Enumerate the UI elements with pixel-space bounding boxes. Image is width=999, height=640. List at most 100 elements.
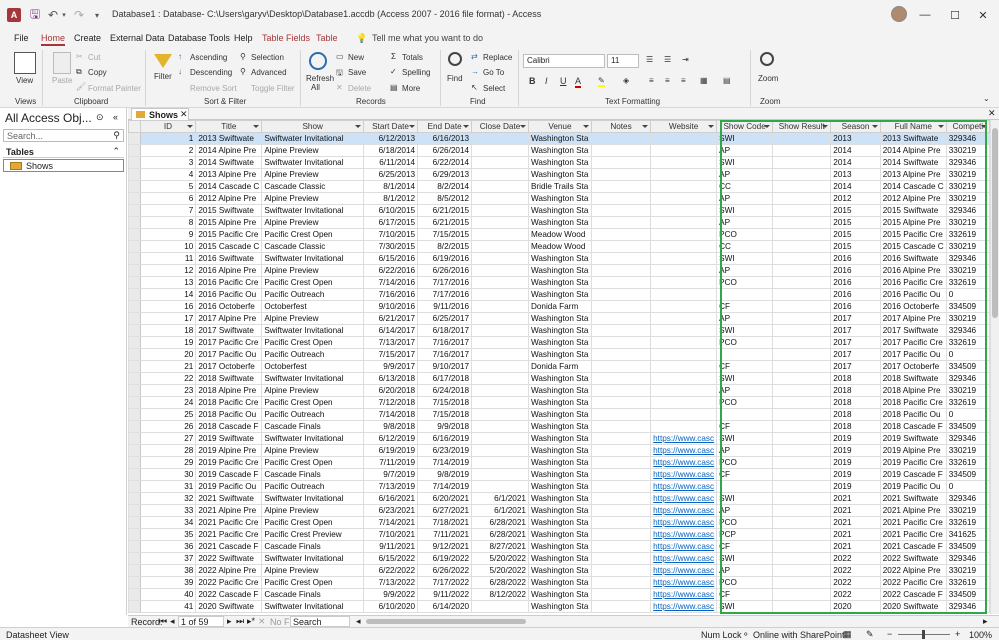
table-cell[interactable]: 9/10/2016 <box>363 300 419 313</box>
table-row[interactable]: 7 2015 Swiftwate Swiftwater Invitational 6/… <box>128 204 990 217</box>
table-cell[interactable]: Cascade Classic <box>261 240 365 253</box>
table-cell[interactable]: Swiftwater Invitational <box>261 156 365 169</box>
table-cell[interactable]: 334509 <box>945 300 990 313</box>
bold-button[interactable]: B <box>529 76 536 86</box>
table-cell[interactable] <box>772 480 832 493</box>
first-record-icon[interactable]: ⏮ <box>159 616 167 627</box>
bullets-icon[interactable]: ☰ <box>646 55 653 64</box>
table-cell[interactable] <box>471 180 529 193</box>
table-cell[interactable]: 2022 <box>830 576 881 589</box>
table-cell[interactable]: 6/18/2014 <box>363 144 419 157</box>
table-cell[interactable] <box>471 276 529 289</box>
table-cell[interactable]: 2013 Swiftwate <box>879 132 947 145</box>
row-selector[interactable] <box>128 528 141 541</box>
tab-table-fields[interactable]: Table Fields <box>262 33 310 43</box>
table-cell[interactable]: 334509 <box>945 540 990 553</box>
tab-file[interactable]: File <box>14 33 29 43</box>
table-cell[interactable]: SWI <box>716 372 774 385</box>
table-cell[interactable] <box>650 192 718 205</box>
font-size-select[interactable]: 11 <box>607 54 639 68</box>
row-selector[interactable] <box>128 420 141 433</box>
table-cell[interactable]: 24 <box>139 396 197 409</box>
table-cell[interactable] <box>650 156 718 169</box>
table-cell[interactable]: 2015 <box>830 216 881 229</box>
table-cell[interactable]: 17 <box>139 312 197 325</box>
table-cell[interactable] <box>650 264 718 277</box>
table-cell[interactable]: 5 <box>139 180 197 193</box>
refresh-all-button[interactable]: All <box>311 83 320 92</box>
format-painter-button[interactable]: Format Painter <box>88 84 141 93</box>
table-cell[interactable]: 11 <box>139 252 197 265</box>
table-row[interactable]: 39 2022 Pacific Cre Pacific Crest Open 7/13… <box>128 576 990 589</box>
table-cell[interactable]: 2022 Pacific Cre <box>195 576 263 589</box>
gridlines-icon[interactable]: ▦ <box>700 76 708 85</box>
table-cell[interactable]: 6/26/2022 <box>417 564 473 577</box>
table-cell[interactable]: Washington Sta <box>527 396 592 409</box>
descending-button[interactable]: Descending <box>190 68 232 77</box>
table-cell[interactable] <box>772 300 832 313</box>
table-cell[interactable] <box>590 528 652 541</box>
table-cell[interactable]: Octoberfest <box>261 300 365 313</box>
row-selector[interactable] <box>128 408 141 421</box>
table-cell[interactable]: 2018 <box>830 408 881 421</box>
table-cell[interactable]: 39 <box>139 576 197 589</box>
table-cell[interactable]: 2017 Pacific Ou <box>879 348 947 361</box>
table-cell[interactable]: Swiftwater Invitational <box>261 552 365 565</box>
table-cell[interactable]: 2018 Swiftwate <box>195 372 263 385</box>
table-cell[interactable]: 6/21/2015 <box>417 204 473 217</box>
tab-create[interactable]: Create <box>74 33 101 43</box>
table-cell[interactable]: 2019 Swiftwate <box>879 432 947 445</box>
table-cell[interactable]: 6/12/2019 <box>363 432 419 445</box>
table-cell[interactable]: 7 <box>139 204 197 217</box>
table-cell[interactable]: Alpine Preview <box>261 444 365 457</box>
table-cell[interactable] <box>650 360 718 373</box>
more-button[interactable]: More <box>402 84 420 93</box>
table-cell[interactable]: 2018 Pacific Cre <box>195 396 263 409</box>
table-cell[interactable]: 10 <box>139 240 197 253</box>
row-selector[interactable] <box>128 348 141 361</box>
table-row[interactable]: 36 2021 Cascade F Cascade Finals 9/11/2021 9… <box>128 540 990 553</box>
table-cell[interactable] <box>471 288 529 301</box>
table-cell[interactable] <box>590 396 652 409</box>
table-cell[interactable]: PCO <box>716 456 774 469</box>
row-selector[interactable] <box>128 504 141 517</box>
table-cell[interactable] <box>590 300 652 313</box>
table-cell[interactable]: 2021 Cascade F <box>195 540 263 553</box>
table-cell[interactable]: Washington Sta <box>527 216 592 229</box>
table-cell[interactable]: 2021 Alpine Pre <box>879 504 947 517</box>
table-cell[interactable]: 37 <box>139 552 197 565</box>
column-header[interactable]: Title <box>195 120 263 133</box>
row-selector[interactable] <box>128 372 141 385</box>
table-cell[interactable] <box>772 264 832 277</box>
table-cell[interactable] <box>772 144 832 157</box>
table-cell[interactable]: 6/1/2021 <box>471 492 529 505</box>
table-cell[interactable] <box>590 492 652 505</box>
table-cell[interactable]: 9/9/2017 <box>363 360 419 373</box>
table-cell[interactable]: 33 <box>139 504 197 517</box>
table-cell[interactable]: 2022 Pacific Cre <box>879 576 947 589</box>
table-cell[interactable]: Pacific Crest Open <box>261 576 365 589</box>
zoom-in-icon[interactable]: + <box>955 629 960 639</box>
table-cell[interactable]: 1 <box>139 132 197 145</box>
table-cell[interactable]: 19 <box>139 336 197 349</box>
table-cell[interactable]: 6/26/2016 <box>417 264 473 277</box>
table-row[interactable]: 2 2014 Alpine Pre Alpine Preview 6/18/2014 6… <box>128 144 990 157</box>
table-cell[interactable]: Washington Sta <box>527 468 592 481</box>
goto-button[interactable]: Go To <box>483 68 504 77</box>
table-cell[interactable]: 5/20/2022 <box>471 564 529 577</box>
table-cell[interactable]: 6/20/2021 <box>417 492 473 505</box>
save-record-button[interactable]: Save <box>348 68 366 77</box>
row-selector[interactable] <box>128 588 141 601</box>
table-row[interactable]: 3 2014 Swiftwate Swiftwater Invitational 6/… <box>128 156 990 169</box>
table-cell[interactable] <box>590 468 652 481</box>
table-cell[interactable]: 7/14/2021 <box>363 516 419 529</box>
table-cell[interactable]: Octoberfest <box>261 360 365 373</box>
table-cell[interactable]: Alpine Preview <box>261 216 365 229</box>
table-cell[interactable]: 2018 Alpine Pre <box>879 384 947 397</box>
column-dropdown-icon[interactable] <box>519 125 526 128</box>
table-cell[interactable]: 2021 <box>830 492 881 505</box>
table-cell[interactable]: 6/23/2021 <box>363 504 419 517</box>
table-cell[interactable]: 2016 Alpine Pre <box>195 264 263 277</box>
table-cell[interactable] <box>590 348 652 361</box>
table-cell[interactable] <box>772 540 832 553</box>
